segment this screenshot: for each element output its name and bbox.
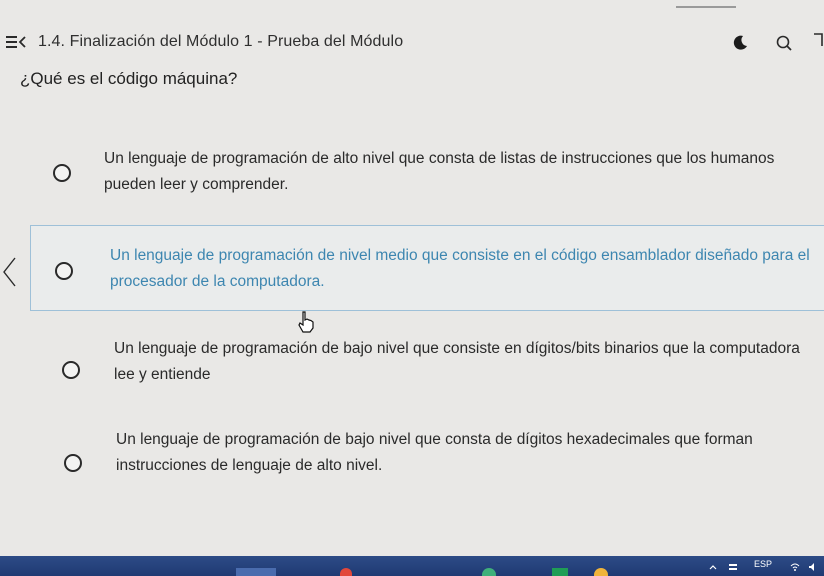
- answer-text: Un lenguaje de programación de alto nive…: [104, 150, 775, 193]
- chevron-left-icon[interactable]: [0, 252, 20, 292]
- taskbar-app-icon[interactable]: [340, 568, 352, 576]
- taskbar-app-icon[interactable]: [482, 568, 496, 576]
- input-language-indicator[interactable]: ESP: [754, 559, 772, 569]
- answer-text: Un lenguaje de programación de nivel med…: [110, 247, 810, 290]
- radio-button[interactable]: [53, 164, 71, 182]
- taskbar-app-icon[interactable]: [594, 568, 608, 576]
- network-icon[interactable]: [728, 562, 738, 572]
- menu-collapse-icon[interactable]: [6, 34, 28, 50]
- question-text: ¿Qué es el código máquina?: [20, 69, 238, 88]
- chevron-up-icon[interactable]: [708, 562, 718, 572]
- dark-mode-moon-icon[interactable]: [732, 35, 748, 51]
- search-icon[interactable]: [775, 34, 793, 52]
- answer-option-1[interactable]: Un lenguaje de programación de alto nive…: [0, 140, 824, 210]
- volume-icon[interactable]: [808, 562, 818, 572]
- answer-option-3[interactable]: Un lenguaje de programación de bajo nive…: [0, 330, 824, 400]
- page-header: 1.4. Finalización del Módulo 1 - Prueba …: [0, 24, 824, 60]
- answer-text: Un lenguaje de programación de bajo nive…: [116, 431, 753, 474]
- radio-button[interactable]: [64, 454, 82, 472]
- radio-button[interactable]: [55, 262, 73, 280]
- fullscreen-icon[interactable]: [812, 32, 824, 48]
- page-title: 1.4. Finalización del Módulo 1 - Prueba …: [38, 33, 404, 50]
- wifi-icon[interactable]: [790, 562, 800, 572]
- answer-option-4[interactable]: Un lenguaje de programación de bajo nive…: [0, 423, 824, 493]
- answer-text: Un lenguaje de programación de bajo nive…: [114, 340, 800, 383]
- taskbar-app-indicator[interactable]: [236, 568, 276, 576]
- answer-option-2[interactable]: Un lenguaje de programación de nivel med…: [0, 225, 824, 311]
- radio-button[interactable]: [62, 361, 80, 379]
- windows-taskbar: ESP: [0, 556, 824, 576]
- taskbar-app-icon[interactable]: [552, 568, 568, 576]
- top-divider: [676, 6, 736, 8]
